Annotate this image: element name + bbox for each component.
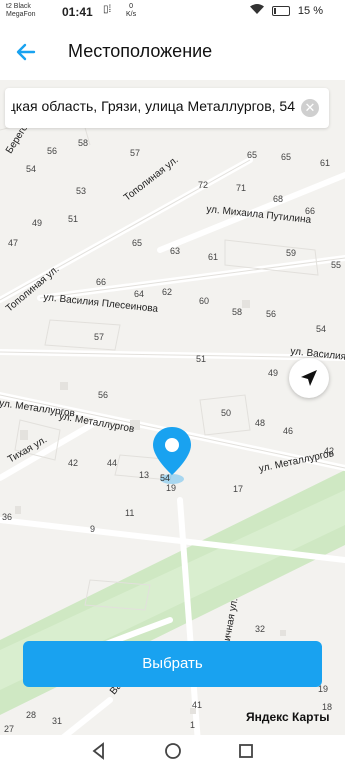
house-number: 56 [266,309,277,319]
network-speed-value: 0 [129,3,134,10]
status-time: 01:41 [62,5,93,19]
battery-icon [271,5,290,16]
house-number: 1 [190,720,196,730]
house-number: 49 [32,218,43,228]
house-number: 54 [26,164,37,174]
house-number: 51 [196,354,207,364]
house-number: 65 [281,152,292,162]
house-number: 61 [320,158,331,168]
house-number: 68 [273,194,284,204]
house-number: 66 [305,206,316,216]
map-pin-icon [153,427,191,484]
page-title: Местоположение [68,41,213,61]
house-number: 65 [247,150,258,160]
house-number: 55 [331,260,342,270]
carrier-info: t2 Black MegaFon [6,3,36,19]
network-speed: 0 K/s [126,3,136,19]
app-bar: Местоположение [0,24,345,80]
house-number: 58 [232,307,243,317]
status-bar: t2 Black MegaFon 01:41 ▯⁞ 0 K/s 15 % [0,0,345,24]
house-number: 58 [78,138,89,148]
house-number: 59 [286,248,297,258]
address-search-field[interactable]: ✕ [5,88,329,128]
triangle-back-icon [92,742,104,760]
select-button[interactable]: Выбрать [23,641,322,687]
house-number: 62 [162,287,173,297]
house-number: 42 [324,446,335,456]
house-number: 46 [283,426,294,436]
address-input[interactable] [11,98,295,114]
house-number: 57 [94,332,105,342]
system-nav-bar [0,735,345,767]
wifi-icon [249,4,264,17]
circle-home-icon [165,743,181,759]
house-number: 54 [316,324,327,334]
yandex-maps-logo[interactable]: Яндекс Карты [246,710,329,724]
arrow-left-icon [16,43,36,61]
house-number: 41 [192,700,203,710]
nav-recents-button[interactable] [236,741,256,761]
house-number: 51 [68,214,79,224]
house-number: 28 [26,710,37,720]
house-number: 32 [255,624,266,634]
back-button[interactable] [14,40,38,64]
vibrate-icon: ▯⁞ [103,4,112,15]
nav-home-button[interactable] [163,741,183,761]
house-number: 63 [170,246,181,256]
house-number: 71 [236,183,247,193]
house-number: 31 [52,716,63,726]
house-number: 64 [134,289,145,299]
square-recents-icon [239,744,253,758]
house-number: 42 [68,458,79,468]
house-number: 56 [98,390,109,400]
house-number: 65 [132,238,143,248]
locate-button[interactable] [289,358,329,398]
battery-level: 15 % [297,4,323,17]
clear-button[interactable]: ✕ [301,99,319,117]
clear-icon: ✕ [304,100,316,115]
house-number: 61 [208,252,219,262]
carrier-line2: MegaFon [6,11,36,18]
locate-arrow-icon [301,370,317,386]
nav-back-button[interactable] [89,741,109,761]
house-number: 57 [130,148,141,158]
house-number: 47 [8,238,19,248]
house-number: 27 [4,724,15,734]
house-number: 9 [90,524,96,534]
house-number: 11 [125,508,135,518]
house-number: 50 [221,408,232,418]
house-number: 44 [107,458,118,468]
house-number: 13 [139,470,150,480]
network-speed-unit: K/s [126,11,137,18]
house-number: 48 [255,418,266,428]
carrier-line1: t2 Black [6,3,31,10]
house-number: 17 [233,484,244,494]
pin-house-number: 54 [160,473,171,483]
house-number: 49 [268,368,279,378]
house-number: 66 [96,277,107,287]
map-view[interactable]: Береговая ул. Тополиная ул. ул. Михаила … [0,80,345,735]
house-number: 56 [47,146,58,156]
house-number: 36 [2,512,13,522]
house-number: 53 [76,186,87,196]
house-number: 60 [199,296,210,306]
house-number: 72 [198,180,209,190]
